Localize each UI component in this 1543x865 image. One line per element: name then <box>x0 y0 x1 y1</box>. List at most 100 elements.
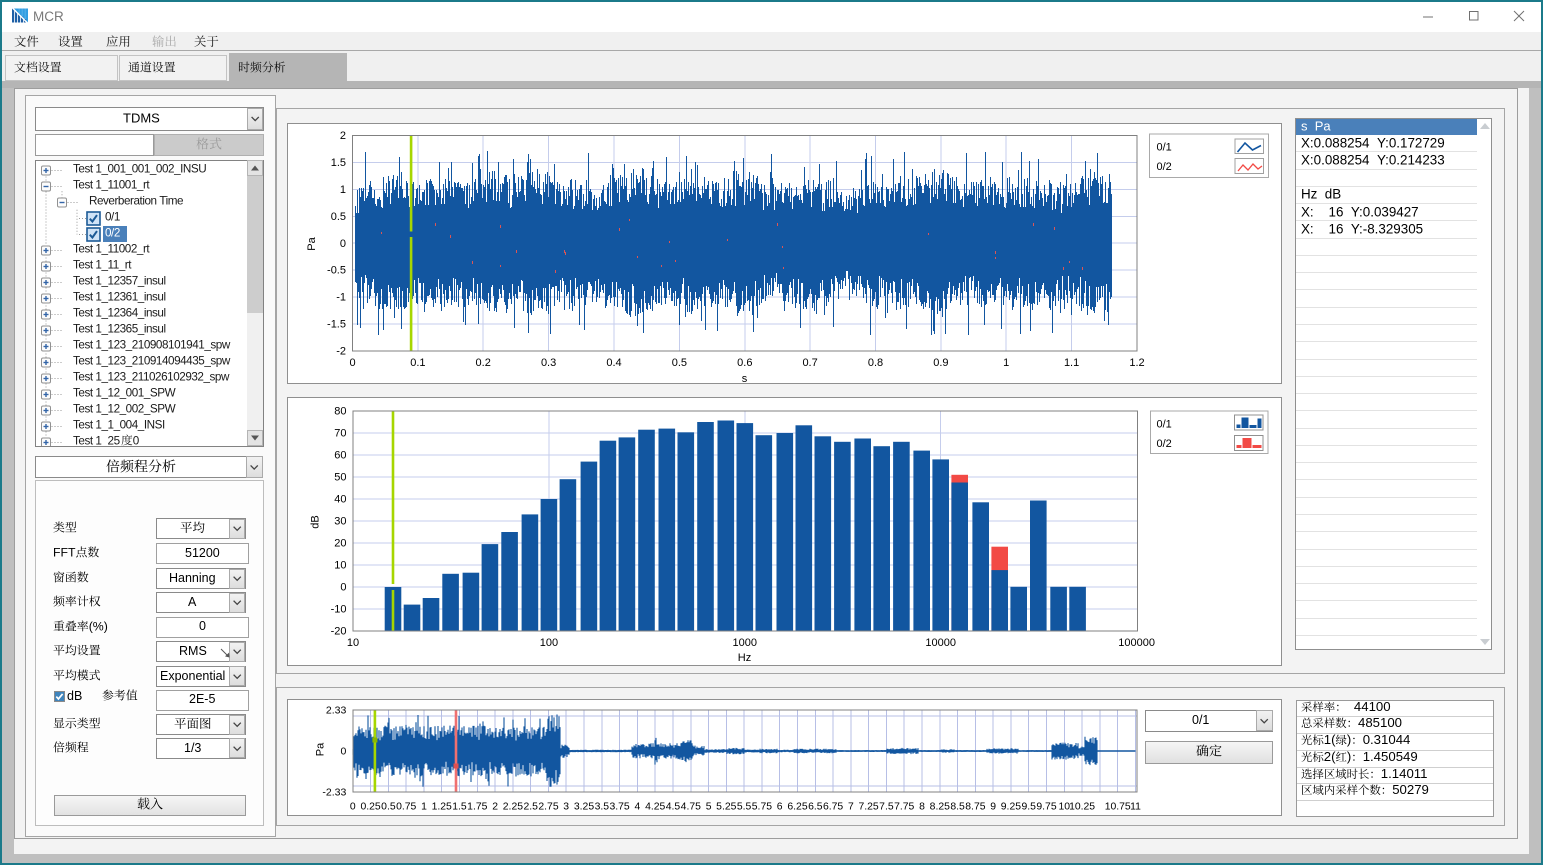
svg-text:1: 1 <box>1003 357 1009 369</box>
svg-text:Pa: Pa <box>314 741 326 755</box>
svg-text:1.2: 1.2 <box>1129 357 1144 369</box>
svg-text:7: 7 <box>848 801 854 812</box>
svg-text:Hz: Hz <box>737 652 750 664</box>
svg-text:RMS: RMS <box>179 644 207 658</box>
svg-text:8: 8 <box>919 801 925 812</box>
svg-text:3.25: 3.25 <box>573 801 593 812</box>
svg-text:Test 1_12_001_SPW: Test 1_12_001_SPW <box>73 386 176 399</box>
svg-text:1.5: 1.5 <box>452 801 467 812</box>
svg-text:4.25: 4.25 <box>645 801 665 812</box>
svg-text:2E-5: 2E-5 <box>189 692 215 706</box>
svg-text:1.25: 1.25 <box>431 801 451 812</box>
svg-text:50279: 50279 <box>1392 782 1429 797</box>
svg-text:Test 1_11002_rt: Test 1_11002_rt <box>73 242 150 255</box>
svg-text:20: 20 <box>334 538 346 550</box>
svg-text:0.7: 0.7 <box>802 357 817 369</box>
svg-text:0.25: 0.25 <box>360 801 380 812</box>
svg-text:Test 1_123_211026102932_spw: Test 1_123_211026102932_spw <box>73 370 230 383</box>
svg-text:A: A <box>188 595 197 609</box>
svg-text:11: 11 <box>1130 801 1141 812</box>
svg-text:0/1: 0/1 <box>1156 418 1171 430</box>
svg-text:-1: -1 <box>336 292 346 304</box>
svg-text:0: 0 <box>340 745 346 757</box>
svg-text:6.75: 6.75 <box>822 801 842 812</box>
svg-text:1/3: 1/3 <box>184 741 201 755</box>
svg-text:4.5: 4.5 <box>665 801 680 812</box>
svg-text:6: 6 <box>776 801 782 812</box>
svg-text:1.75: 1.75 <box>467 801 487 812</box>
svg-text:0.9: 0.9 <box>933 357 948 369</box>
svg-text:Test 1_1_004_INSI: Test 1_1_004_INSI <box>73 418 165 431</box>
svg-text:1: 1 <box>339 184 345 196</box>
svg-text:2.33: 2.33 <box>325 704 346 716</box>
svg-text:100000: 100000 <box>1118 637 1155 649</box>
svg-text:8.25: 8.25 <box>929 801 949 812</box>
svg-text:0.2: 0.2 <box>475 357 490 369</box>
svg-text:7.25: 7.25 <box>858 801 878 812</box>
svg-text:0.75: 0.75 <box>396 801 416 812</box>
svg-text:0.5: 0.5 <box>330 211 345 223</box>
svg-text:dB: dB <box>67 689 82 703</box>
svg-text:dB: dB <box>309 515 321 528</box>
svg-text:80: 80 <box>334 406 346 418</box>
svg-text:4: 4 <box>634 801 640 812</box>
svg-text:1.5: 1.5 <box>330 157 345 169</box>
svg-text:Test 1_12364_insul: Test 1_12364_insul <box>73 306 166 319</box>
svg-text:(%): (%) <box>88 619 107 633</box>
svg-text:0: 0 <box>199 619 206 633</box>
svg-text:1.14011: 1.14011 <box>1380 766 1427 781</box>
svg-text:9.75: 9.75 <box>1036 801 1056 812</box>
svg-text:8.75: 8.75 <box>965 801 985 812</box>
svg-text:10: 10 <box>334 560 346 572</box>
svg-text:0: 0 <box>339 238 345 250</box>
svg-text:MCR: MCR <box>33 9 64 24</box>
svg-text:10.25: 10.25 <box>1069 801 1095 812</box>
svg-text:0/1: 0/1 <box>1192 713 1209 727</box>
svg-text:0.3: 0.3 <box>540 357 555 369</box>
svg-text:Test 1_123_210908101941_spw: Test 1_123_210908101941_spw <box>73 338 231 351</box>
svg-text:-1.5: -1.5 <box>327 319 346 331</box>
svg-text:Exponential: Exponential <box>160 669 225 683</box>
svg-text:485100: 485100 <box>1358 715 1402 730</box>
svg-text:0.1: 0.1 <box>410 357 425 369</box>
svg-text:4.75: 4.75 <box>680 801 700 812</box>
svg-text:X: 16 Y:0.039427: X: 16 Y:0.039427 <box>1301 204 1419 219</box>
svg-text:8.5: 8.5 <box>950 801 965 812</box>
svg-text:): ) <box>1346 749 1350 764</box>
svg-text:-2.33: -2.33 <box>322 786 346 798</box>
svg-text:Test 1_12_002_SPW: Test 1_12_002_SPW <box>73 402 176 415</box>
svg-text:0/2: 0/2 <box>1156 161 1171 173</box>
svg-text:FFT: FFT <box>53 546 76 560</box>
svg-text:0.4: 0.4 <box>606 357 621 369</box>
svg-text:): ) <box>1346 732 1350 747</box>
svg-text:3.75: 3.75 <box>609 801 629 812</box>
svg-text:2.5: 2.5 <box>523 801 538 812</box>
svg-text:5.5: 5.5 <box>736 801 751 812</box>
svg-text:Pa: Pa <box>306 236 318 250</box>
svg-text:Test 1_11_rt: Test 1_11_rt <box>73 258 132 271</box>
svg-text:-10: -10 <box>330 604 346 616</box>
svg-text:Test 1_12361_insul: Test 1_12361_insul <box>73 290 166 303</box>
svg-text:10.75: 10.75 <box>1104 801 1130 812</box>
svg-text:-0.5: -0.5 <box>327 265 346 277</box>
svg-text:7.75: 7.75 <box>894 801 914 812</box>
svg-text:s Pa: s Pa <box>1301 118 1331 133</box>
svg-text:2.25: 2.25 <box>502 801 522 812</box>
svg-text:60: 60 <box>334 450 346 462</box>
svg-text:0/1: 0/1 <box>105 210 120 223</box>
svg-text:X:0.088254 Y:0.214233: X:0.088254 Y:0.214233 <box>1301 153 1445 168</box>
svg-text:0.6: 0.6 <box>737 357 752 369</box>
svg-text:0/2: 0/2 <box>105 226 120 239</box>
svg-text:Hz dB: Hz dB <box>1301 187 1341 202</box>
svg-text:-2: -2 <box>336 346 346 358</box>
svg-text:X:0.088254 Y:0.172729: X:0.088254 Y:0.172729 <box>1301 135 1445 150</box>
svg-text:0/1: 0/1 <box>1156 141 1171 153</box>
svg-text:30: 30 <box>334 516 346 528</box>
svg-text:Test 1_12357_insul: Test 1_12357_insul <box>73 274 166 287</box>
svg-text:Hanning: Hanning <box>169 571 216 585</box>
svg-text:100: 100 <box>539 637 557 649</box>
svg-text:6.5: 6.5 <box>808 801 823 812</box>
svg-text:7.5: 7.5 <box>879 801 894 812</box>
svg-text:2(: 2( <box>1323 749 1335 764</box>
svg-text:2: 2 <box>339 130 345 142</box>
